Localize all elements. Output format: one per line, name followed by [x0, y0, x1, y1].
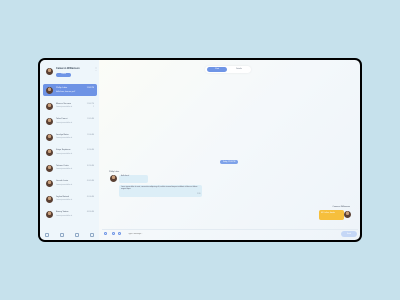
contact-item[interactable]: Emery Vetrov Lorem ipsum dolor sit 08:30 A…	[43, 208, 97, 224]
unread-badge: 2	[93, 106, 94, 108]
contact-item[interactable]: Jaylon Botosh Lorem ipsum dolor sit 09:00 …	[43, 193, 97, 209]
contact-time: 10:50 AM	[86, 149, 94, 151]
app-window: Cameron Williamson Online ⋮ Phillip Lubi…	[38, 58, 362, 242]
contact-last-message: Lorem ipsum dolor sit	[56, 152, 73, 155]
contact-last-message: Lorem ipsum dolor sit	[56, 121, 73, 124]
contact-name: Marcus Vaccaro	[56, 102, 71, 105]
sidebar: Cameron Williamson Online ⋮ Phillip Lubi…	[40, 60, 99, 240]
contact-name: Kaiya Septimus	[56, 149, 71, 151]
contact-time: 09:00 AM	[86, 195, 94, 198]
status-badge[interactable]: Online	[56, 73, 71, 77]
chat-screen: Cameron Williamson Online ⋮ Phillip Lubi…	[40, 60, 360, 240]
date-divider: Today, 12:30 PM	[220, 160, 238, 164]
user-profile[interactable]: Cameron Williamson Online ⋮	[46, 66, 98, 80]
avatar	[46, 149, 53, 156]
contact-item[interactable]: Talan Franci Lorem ipsum dolor sit 11:45 A…	[43, 115, 97, 131]
incoming-message: Lorem ipsum dolor sit amet, consectetur …	[119, 185, 202, 197]
contact-last-message: Lorem ipsum dolor sit	[56, 106, 73, 108]
send-button[interactable]: Send	[341, 231, 357, 237]
avatar	[46, 211, 53, 218]
contact-item[interactable]: Kaiya Septimus Lorem ipsum dolor sit 10:50…	[43, 146, 97, 162]
contacts-icon[interactable]	[74, 233, 79, 237]
tab-chat[interactable]: Chat	[207, 67, 227, 72]
home-icon[interactable]	[45, 233, 50, 237]
settings-icon[interactable]	[89, 233, 94, 237]
avatar	[46, 118, 53, 125]
message-time: 12:45	[197, 193, 201, 195]
emoji-icon[interactable]	[118, 232, 121, 235]
message-composer: Send	[102, 229, 358, 239]
tab-details[interactable]: Details	[229, 67, 249, 72]
contact-time: 08:30 AM	[86, 211, 94, 213]
contact-item[interactable]: Tatiana Curtis Lorem ipsum dolor sit 10:20…	[43, 162, 97, 178]
contact-item[interactable]: Phillip Lubin Hello there, how are you? 12…	[43, 84, 97, 96]
contact-last-message: Lorem ipsum dolor sit	[56, 214, 73, 217]
contact-time: 12:00 PM	[86, 102, 94, 105]
contact-name: Talan Franci	[56, 118, 68, 120]
contact-last-message: Hello there, how are you?	[56, 90, 76, 93]
attach-icon[interactable]	[104, 232, 107, 235]
contact-name: Emery Vetrov	[56, 211, 69, 213]
contact-item[interactable]: Marcus Vaccaro Lorem ipsum dolor sit 12:00…	[43, 100, 97, 116]
contact-last-message: Lorem ipsum dolor sit	[56, 199, 73, 201]
profile-name: Cameron Williamson	[56, 67, 80, 70]
contact-last-message: Lorem ipsum dolor sit	[56, 137, 73, 139]
contact-name: Lincoln Levin	[56, 180, 69, 182]
avatar	[46, 133, 53, 141]
avatar	[46, 180, 53, 187]
sender-name: Cameron Williamson	[332, 206, 350, 208]
contact-item[interactable]: Lincoln Levin Lorem ipsum dolor sit 09:45 …	[43, 177, 97, 193]
contact-name: Jaylon Botosh	[56, 195, 70, 198]
chat-icon[interactable]	[60, 233, 65, 237]
sender-name: Phillip Lubin	[109, 170, 120, 173]
sidebar-nav	[40, 230, 99, 240]
contact-time: 09:45 AM	[86, 180, 94, 182]
contact-item[interactable]: Jocelyn Bator Lorem ipsum dolor sit 11:00 …	[43, 131, 97, 147]
avatar	[46, 195, 53, 203]
contact-time: 11:00 AM	[86, 133, 94, 136]
message-text: Hello there!	[121, 176, 130, 177]
contact-last-message: Lorem ipsum dolor sit	[56, 183, 73, 186]
message-input[interactable]	[126, 231, 330, 239]
avatar	[110, 175, 117, 182]
avatar	[46, 86, 53, 94]
view-tabs: Chat Details	[205, 66, 251, 73]
contact-time: 11:45 AM	[86, 118, 94, 120]
incoming-message: Hello there!	[119, 175, 148, 183]
avatar	[46, 164, 53, 172]
contact-last-message: Lorem ipsum dolor sit	[56, 168, 73, 170]
avatar	[46, 102, 53, 110]
more-options-icon[interactable]: ⋮	[94, 67, 98, 71]
message-text: Lorem ipsum dolor sit amet, consectetur …	[121, 186, 198, 190]
avatar	[344, 211, 351, 218]
contact-name: Tatiana Curtis	[56, 164, 69, 167]
contact-time: 10:20 AM	[86, 164, 94, 167]
contact-name: Phillip Lubin	[56, 87, 68, 89]
contact-time: 12:45 PM	[86, 87, 94, 89]
message-text: Hi! I'm fine, thanks	[321, 211, 335, 214]
avatar	[46, 68, 53, 75]
outgoing-message: Hi! I'm fine, thanks	[319, 210, 344, 220]
contact-list: Phillip Lubin Hello there, how are you? 12…	[43, 84, 97, 224]
link-icon[interactable]	[112, 232, 115, 235]
contact-name: Jocelyn Bator	[56, 133, 69, 136]
